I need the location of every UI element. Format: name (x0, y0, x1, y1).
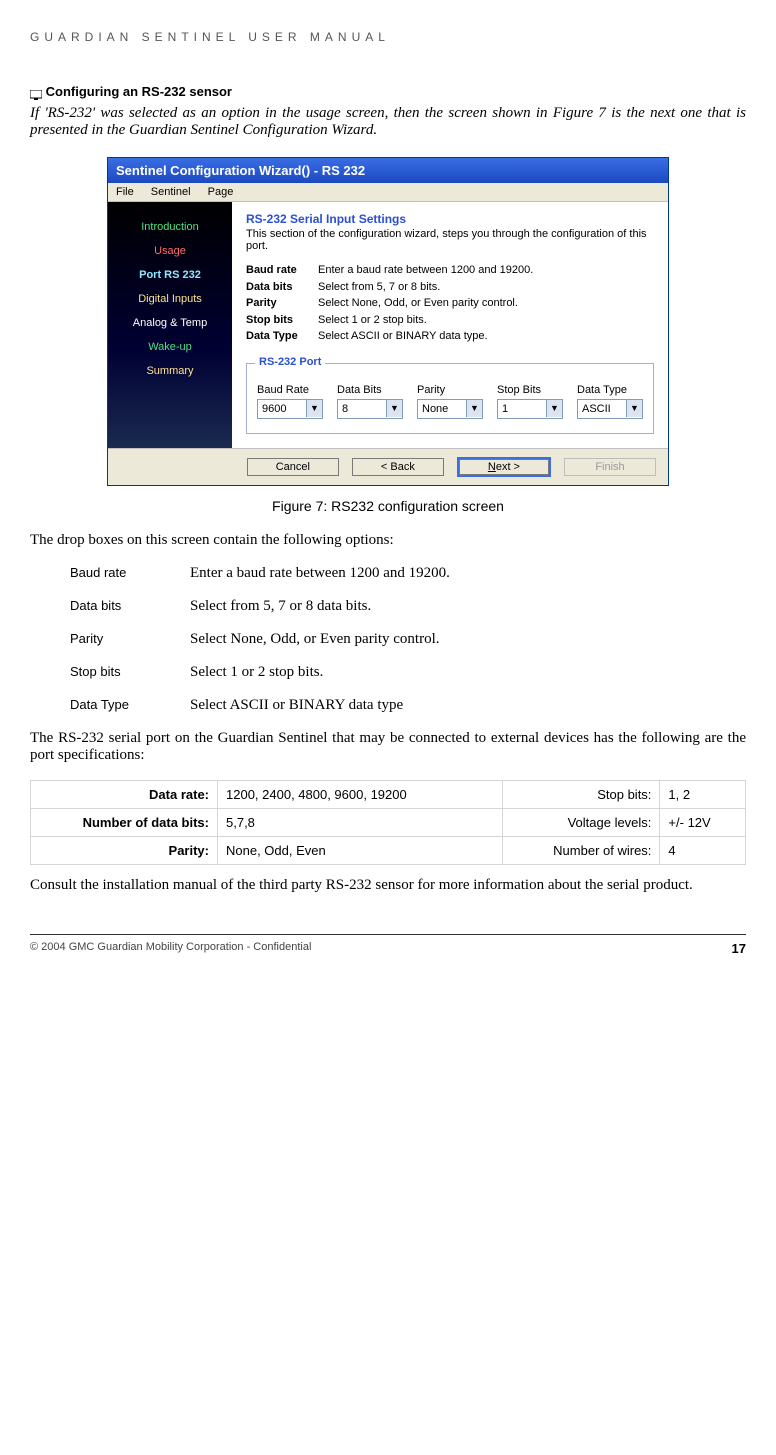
param-datatype-desc: Select ASCII or BINARY data type. (318, 330, 488, 342)
spec-wires-label: Number of wires: (503, 836, 660, 864)
cancel-button[interactable]: Cancel (247, 458, 339, 476)
figure-caption: Figure 7: RS232 configuration screen (30, 498, 746, 514)
spec-datarate-label: Data rate: (31, 780, 218, 808)
spec-voltage-label: Voltage levels: (503, 808, 660, 836)
page-header: GUARDIAN SENTINEL USER MANUAL (30, 30, 746, 44)
parity-combo[interactable]: None▼ (417, 399, 483, 419)
chevron-down-icon: ▼ (466, 400, 482, 417)
param-databits-desc: Select from 5, 7 or 8 bits. (318, 281, 440, 293)
section-title: Configuring an RS-232 sensor (30, 84, 746, 99)
opt-databits-desc: Select from 5, 7 or 8 data bits. (190, 598, 746, 615)
opt-parity-label: Parity (70, 631, 190, 648)
param-baud-name: Baud rate (246, 262, 318, 279)
opt-stopbits-label: Stop bits (70, 664, 190, 681)
spec-stopbits-val: 1, 2 (660, 780, 746, 808)
spec-table: Data rate: 1200, 2400, 4800, 9600, 19200… (30, 780, 746, 865)
param-stopbits-name: Stop bits (246, 312, 318, 329)
chevron-down-icon: ▼ (626, 400, 642, 417)
param-parity-name: Parity (246, 295, 318, 312)
table-row: Parity: None, Odd, Even Number of wires:… (31, 836, 746, 864)
opt-datatype-desc: Select ASCII or BINARY data type (190, 697, 746, 714)
content-heading: RS-232 Serial Input Settings (246, 212, 654, 226)
menu-page[interactable]: Page (208, 186, 234, 198)
sidebar-item-usage[interactable]: Usage (114, 240, 226, 262)
content-subheading: This section of the configuration wizard… (246, 228, 654, 252)
parity-label: Parity (417, 384, 483, 396)
opt-datatype-label: Data Type (70, 697, 190, 714)
rs232-port-fieldset: RS-232 Port Baud Rate 9600▼ Data Bits 8▼… (246, 363, 654, 434)
wizard-sidebar: Introduction Usage Port RS 232 Digital I… (108, 202, 232, 448)
chevron-down-icon: ▼ (546, 400, 562, 417)
baud-label: Baud Rate (257, 384, 323, 396)
parity-value: None (418, 403, 466, 415)
opt-parity-desc: Select None, Odd, or Even parity control… (190, 631, 746, 648)
spec-wires-val: 4 (660, 836, 746, 864)
table-row: Number of data bits: 5,7,8 Voltage level… (31, 808, 746, 836)
param-datatype-name: Data Type (246, 328, 318, 345)
back-button[interactable]: < Back (352, 458, 444, 476)
spec-voltage-val: +/- 12V (660, 808, 746, 836)
opt-baud-label: Baud rate (70, 565, 190, 582)
consult-text: Consult the installation manual of the t… (30, 877, 746, 894)
baud-combo[interactable]: 9600▼ (257, 399, 323, 419)
wizard-window: Sentinel Configuration Wizard() - RS 232… (107, 157, 669, 486)
param-parity-desc: Select None, Odd, or Even parity control… (318, 297, 518, 309)
table-row: Data rate: 1200, 2400, 4800, 9600, 19200… (31, 780, 746, 808)
opt-baud-desc: Enter a baud rate between 1200 and 19200… (190, 565, 746, 582)
spec-parity-label: Parity: (31, 836, 218, 864)
fieldset-legend: RS-232 Port (255, 356, 325, 368)
chevron-down-icon: ▼ (306, 400, 322, 417)
param-stopbits-desc: Select 1 or 2 stop bits. (318, 314, 427, 326)
datatype-combo[interactable]: ASCII▼ (577, 399, 643, 419)
lead-text: The drop boxes on this screen contain th… (30, 532, 746, 549)
window-titlebar: Sentinel Configuration Wizard() - RS 232 (108, 158, 668, 183)
finish-button: Finish (564, 458, 656, 476)
menubar: File Sentinel Page (108, 183, 668, 202)
baud-value: 9600 (258, 403, 306, 415)
opt-stopbits-desc: Select 1 or 2 stop bits. (190, 664, 746, 681)
sidebar-item-port-rs232[interactable]: Port RS 232 (114, 264, 226, 286)
stopbits-combo[interactable]: 1▼ (497, 399, 563, 419)
sidebar-item-introduction[interactable]: Introduction (114, 216, 226, 238)
param-baud-desc: Enter a baud rate between 1200 and 19200… (318, 264, 533, 276)
stopbits-value: 1 (498, 403, 546, 415)
sidebar-item-wakeup[interactable]: Wake-up (114, 336, 226, 358)
menu-sentinel[interactable]: Sentinel (151, 186, 191, 198)
datatype-value: ASCII (578, 403, 626, 415)
next-label-tail: ext > (496, 461, 520, 473)
intro-paragraph: If 'RS-232' was selected as an option in… (30, 105, 746, 139)
wizard-button-row: Cancel < Back Next > Finish (108, 448, 668, 485)
databits-value: 8 (338, 403, 386, 415)
spec-ndata-val: 5,7,8 (218, 808, 503, 836)
options-table: Baud rateEnter a baud rate between 1200 … (70, 565, 746, 714)
spec-stopbits-label: Stop bits: (503, 780, 660, 808)
sidebar-item-analog-temp[interactable]: Analog & Temp (114, 312, 226, 334)
sidebar-item-summary[interactable]: Summary (114, 360, 226, 382)
databits-label: Data Bits (337, 384, 403, 396)
stopbits-label: Stop Bits (497, 384, 563, 396)
spec-ndata-label: Number of data bits: (31, 808, 218, 836)
menu-file[interactable]: File (116, 186, 134, 198)
databits-combo[interactable]: 8▼ (337, 399, 403, 419)
monitor-icon (30, 88, 42, 98)
section-title-text: Configuring an RS-232 sensor (46, 84, 232, 99)
next-button[interactable]: Next > (457, 457, 551, 477)
page-number: 17 (732, 941, 746, 956)
datatype-label: Data Type (577, 384, 643, 396)
chevron-down-icon: ▼ (386, 400, 402, 417)
sidebar-item-digital-inputs[interactable]: Digital Inputs (114, 288, 226, 310)
footer-copyright: © 2004 GMC Guardian Mobility Corporation… (30, 941, 311, 956)
wizard-content: RS-232 Serial Input Settings This sectio… (232, 202, 668, 448)
page-footer: © 2004 GMC Guardian Mobility Corporation… (30, 934, 746, 956)
spec-intro: The RS-232 serial port on the Guardian S… (30, 730, 746, 764)
opt-databits-label: Data bits (70, 598, 190, 615)
spec-datarate-val: 1200, 2400, 4800, 9600, 19200 (218, 780, 503, 808)
param-list: Baud rateEnter a baud rate between 1200 … (246, 262, 654, 345)
spec-parity-val: None, Odd, Even (218, 836, 503, 864)
param-databits-name: Data bits (246, 279, 318, 296)
